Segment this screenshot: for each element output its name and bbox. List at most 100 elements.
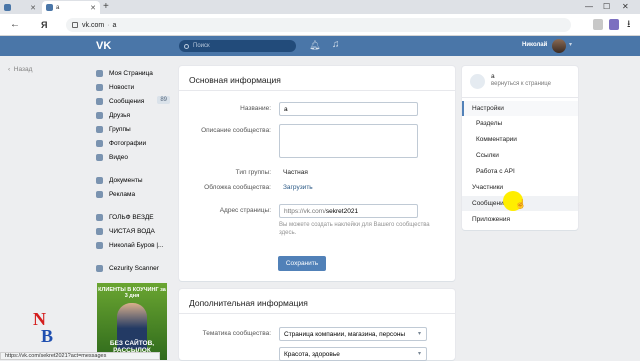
close-window-button[interactable]: ✕ bbox=[622, 1, 629, 12]
lock-icon bbox=[72, 22, 78, 28]
description-label: Описание сообщества: bbox=[201, 127, 271, 134]
minimize-button[interactable]: — bbox=[585, 1, 593, 12]
nav-item-documents[interactable]: Документы bbox=[96, 173, 176, 187]
menu-item-api[interactable]: Работа с API bbox=[462, 164, 578, 179]
group-name[interactable]: a bbox=[491, 73, 495, 80]
theme-value: Страница компании, магазина, персоны bbox=[284, 331, 406, 338]
menu-item-sections[interactable]: Разделы bbox=[462, 116, 578, 131]
news-icon bbox=[96, 83, 103, 91]
camera-icon bbox=[96, 139, 103, 147]
nav-item-water[interactable]: ЧИСТАЯ ВОДА bbox=[96, 224, 176, 238]
vk-logo[interactable]: VK bbox=[96, 40, 111, 52]
name-label: Название: bbox=[240, 105, 271, 112]
menu-item-settings[interactable]: Настройки bbox=[462, 101, 578, 116]
nav-item-messages[interactable]: Сообщения 89 bbox=[96, 94, 176, 108]
theme-select[interactable]: Страница компании, магазина, персоны ▾ bbox=[279, 327, 427, 341]
hand-cursor-icon: ☝ bbox=[515, 199, 527, 209]
left-nav: Моя Страница Новости Сообщения 89 Друзья … bbox=[96, 66, 176, 275]
group-icon bbox=[96, 213, 103, 221]
nav-label: Реклама bbox=[109, 190, 136, 198]
url-separator: · bbox=[107, 21, 110, 29]
save-button[interactable]: Сохранить bbox=[278, 256, 326, 271]
cover-upload-link[interactable]: Загрузить bbox=[283, 184, 313, 191]
nav-gap bbox=[96, 252, 176, 261]
close-tab-icon[interactable]: ✕ bbox=[90, 4, 96, 12]
chevron-down-icon[interactable]: ▾ bbox=[569, 41, 572, 48]
nav-item-video[interactable]: Видео bbox=[96, 150, 176, 164]
promo-banner[interactable]: КЛИЕНТЫ В КОУЧИНГ за 3 дня БЕЗ САЙТОВ, Р… bbox=[97, 283, 167, 360]
browser-toolbar: ← Я vk.com · a ⭳ bbox=[0, 14, 640, 36]
section-title: Основная информация bbox=[189, 75, 281, 85]
menu-item-apps[interactable]: Приложения bbox=[462, 212, 578, 227]
group-icon bbox=[96, 241, 103, 249]
group-avatar-icon[interactable] bbox=[470, 74, 485, 89]
app-icon bbox=[96, 264, 103, 272]
message-icon bbox=[96, 97, 103, 105]
vk-header: VK Поиск 🔔︎ ♫ Николай ▾ bbox=[0, 36, 640, 56]
download-icon[interactable]: ⭳ bbox=[627, 18, 631, 32]
divider bbox=[179, 90, 455, 91]
address-hint: Вы можете создать наклейки для Вашего со… bbox=[279, 222, 430, 236]
nav-item-friends[interactable]: Друзья bbox=[96, 108, 176, 122]
nav-item-ads[interactable]: Реклама bbox=[96, 187, 176, 201]
group-icon bbox=[96, 227, 103, 235]
nav-label: Сообщения bbox=[109, 97, 145, 105]
description-field[interactable] bbox=[279, 124, 418, 158]
nav-item-my-page[interactable]: Моя Страница bbox=[96, 66, 176, 80]
nav-item-golf[interactable]: ГОЛЬФ ВЕЗДЕ bbox=[96, 210, 176, 224]
friends-icon bbox=[96, 111, 103, 119]
maximize-button[interactable]: ☐ bbox=[603, 1, 610, 12]
user-name[interactable]: Николай bbox=[522, 42, 547, 48]
address-field[interactable]: https://vk.com/sekret2021 bbox=[279, 204, 418, 218]
yandex-button[interactable]: Я bbox=[41, 18, 47, 32]
subtheme-value: Красота, здоровье bbox=[284, 351, 340, 358]
name-field[interactable]: a bbox=[279, 102, 418, 116]
group-type-value: Частная bbox=[283, 169, 308, 176]
nav-item-cezurity[interactable]: Cezurity Scanner bbox=[96, 261, 176, 275]
theme-label: Тематика сообщества: bbox=[202, 330, 271, 337]
avatar[interactable] bbox=[552, 39, 566, 53]
nav-label: Группы bbox=[109, 125, 131, 133]
new-tab-button[interactable]: + bbox=[103, 1, 109, 13]
chevron-down-icon: ▾ bbox=[417, 351, 421, 357]
extra-info-card: Дополнительная информация Тематика сообщ… bbox=[179, 289, 455, 361]
search-placeholder: Поиск bbox=[193, 43, 210, 49]
nav-item-photos[interactable]: Фотографии bbox=[96, 136, 176, 150]
nav-label: ГОЛЬФ ВЕЗДЕ bbox=[109, 213, 154, 221]
browser-tab-2[interactable]: a ✕ bbox=[42, 1, 100, 14]
back-link[interactable]: ‹ Назад bbox=[8, 66, 32, 73]
menu-item-comments[interactable]: Комментарии bbox=[462, 132, 578, 147]
nav-label: Друзья bbox=[109, 111, 131, 119]
subtheme-select[interactable]: Красота, здоровье ▾ bbox=[279, 347, 427, 361]
extension-icon[interactable] bbox=[593, 19, 603, 30]
promo-top-text: КЛИЕНТЫ В КОУЧИНГ за 3 дня bbox=[98, 287, 166, 299]
tab-label: a bbox=[56, 4, 60, 11]
chevron-down-icon: ▾ bbox=[417, 331, 421, 337]
nav-gap bbox=[96, 164, 176, 173]
extension-icon[interactable] bbox=[609, 19, 619, 30]
nav-item-news[interactable]: Новости bbox=[96, 80, 176, 94]
back-arrow-icon[interactable]: ← bbox=[10, 18, 20, 32]
nav-label: Николай Буров |... bbox=[109, 241, 164, 249]
music-note-icon[interactable]: ♫ bbox=[332, 39, 340, 51]
messages-count-badge: 89 bbox=[157, 96, 170, 104]
home-icon bbox=[96, 69, 103, 77]
browser-tab-1[interactable]: ✕ bbox=[0, 1, 40, 14]
menu-item-links[interactable]: Ссылки bbox=[462, 148, 578, 163]
search-input[interactable]: Поиск bbox=[179, 40, 296, 52]
close-tab-icon[interactable]: ✕ bbox=[30, 4, 36, 12]
address-bar[interactable]: vk.com · a bbox=[66, 18, 571, 32]
nav-item-nikolay[interactable]: Николай Буров |... bbox=[96, 238, 176, 252]
back-to-page-link[interactable]: вернуться к странице bbox=[491, 81, 551, 87]
document-icon bbox=[96, 176, 103, 184]
nav-label: Новости bbox=[109, 83, 135, 91]
divider bbox=[179, 313, 455, 314]
address-label: Адрес страницы: bbox=[219, 207, 271, 214]
section-title: Дополнительная информация bbox=[189, 298, 308, 308]
main-info-card: Основная информация Название: a Описание… bbox=[179, 66, 455, 281]
nav-item-groups[interactable]: Группы bbox=[96, 122, 176, 136]
nav-label: Моя Страница bbox=[109, 69, 153, 77]
menu-item-members[interactable]: Участники bbox=[462, 180, 578, 195]
notifications-bell-icon[interactable]: 🔔︎ bbox=[309, 40, 320, 51]
nav-gap bbox=[96, 201, 176, 210]
